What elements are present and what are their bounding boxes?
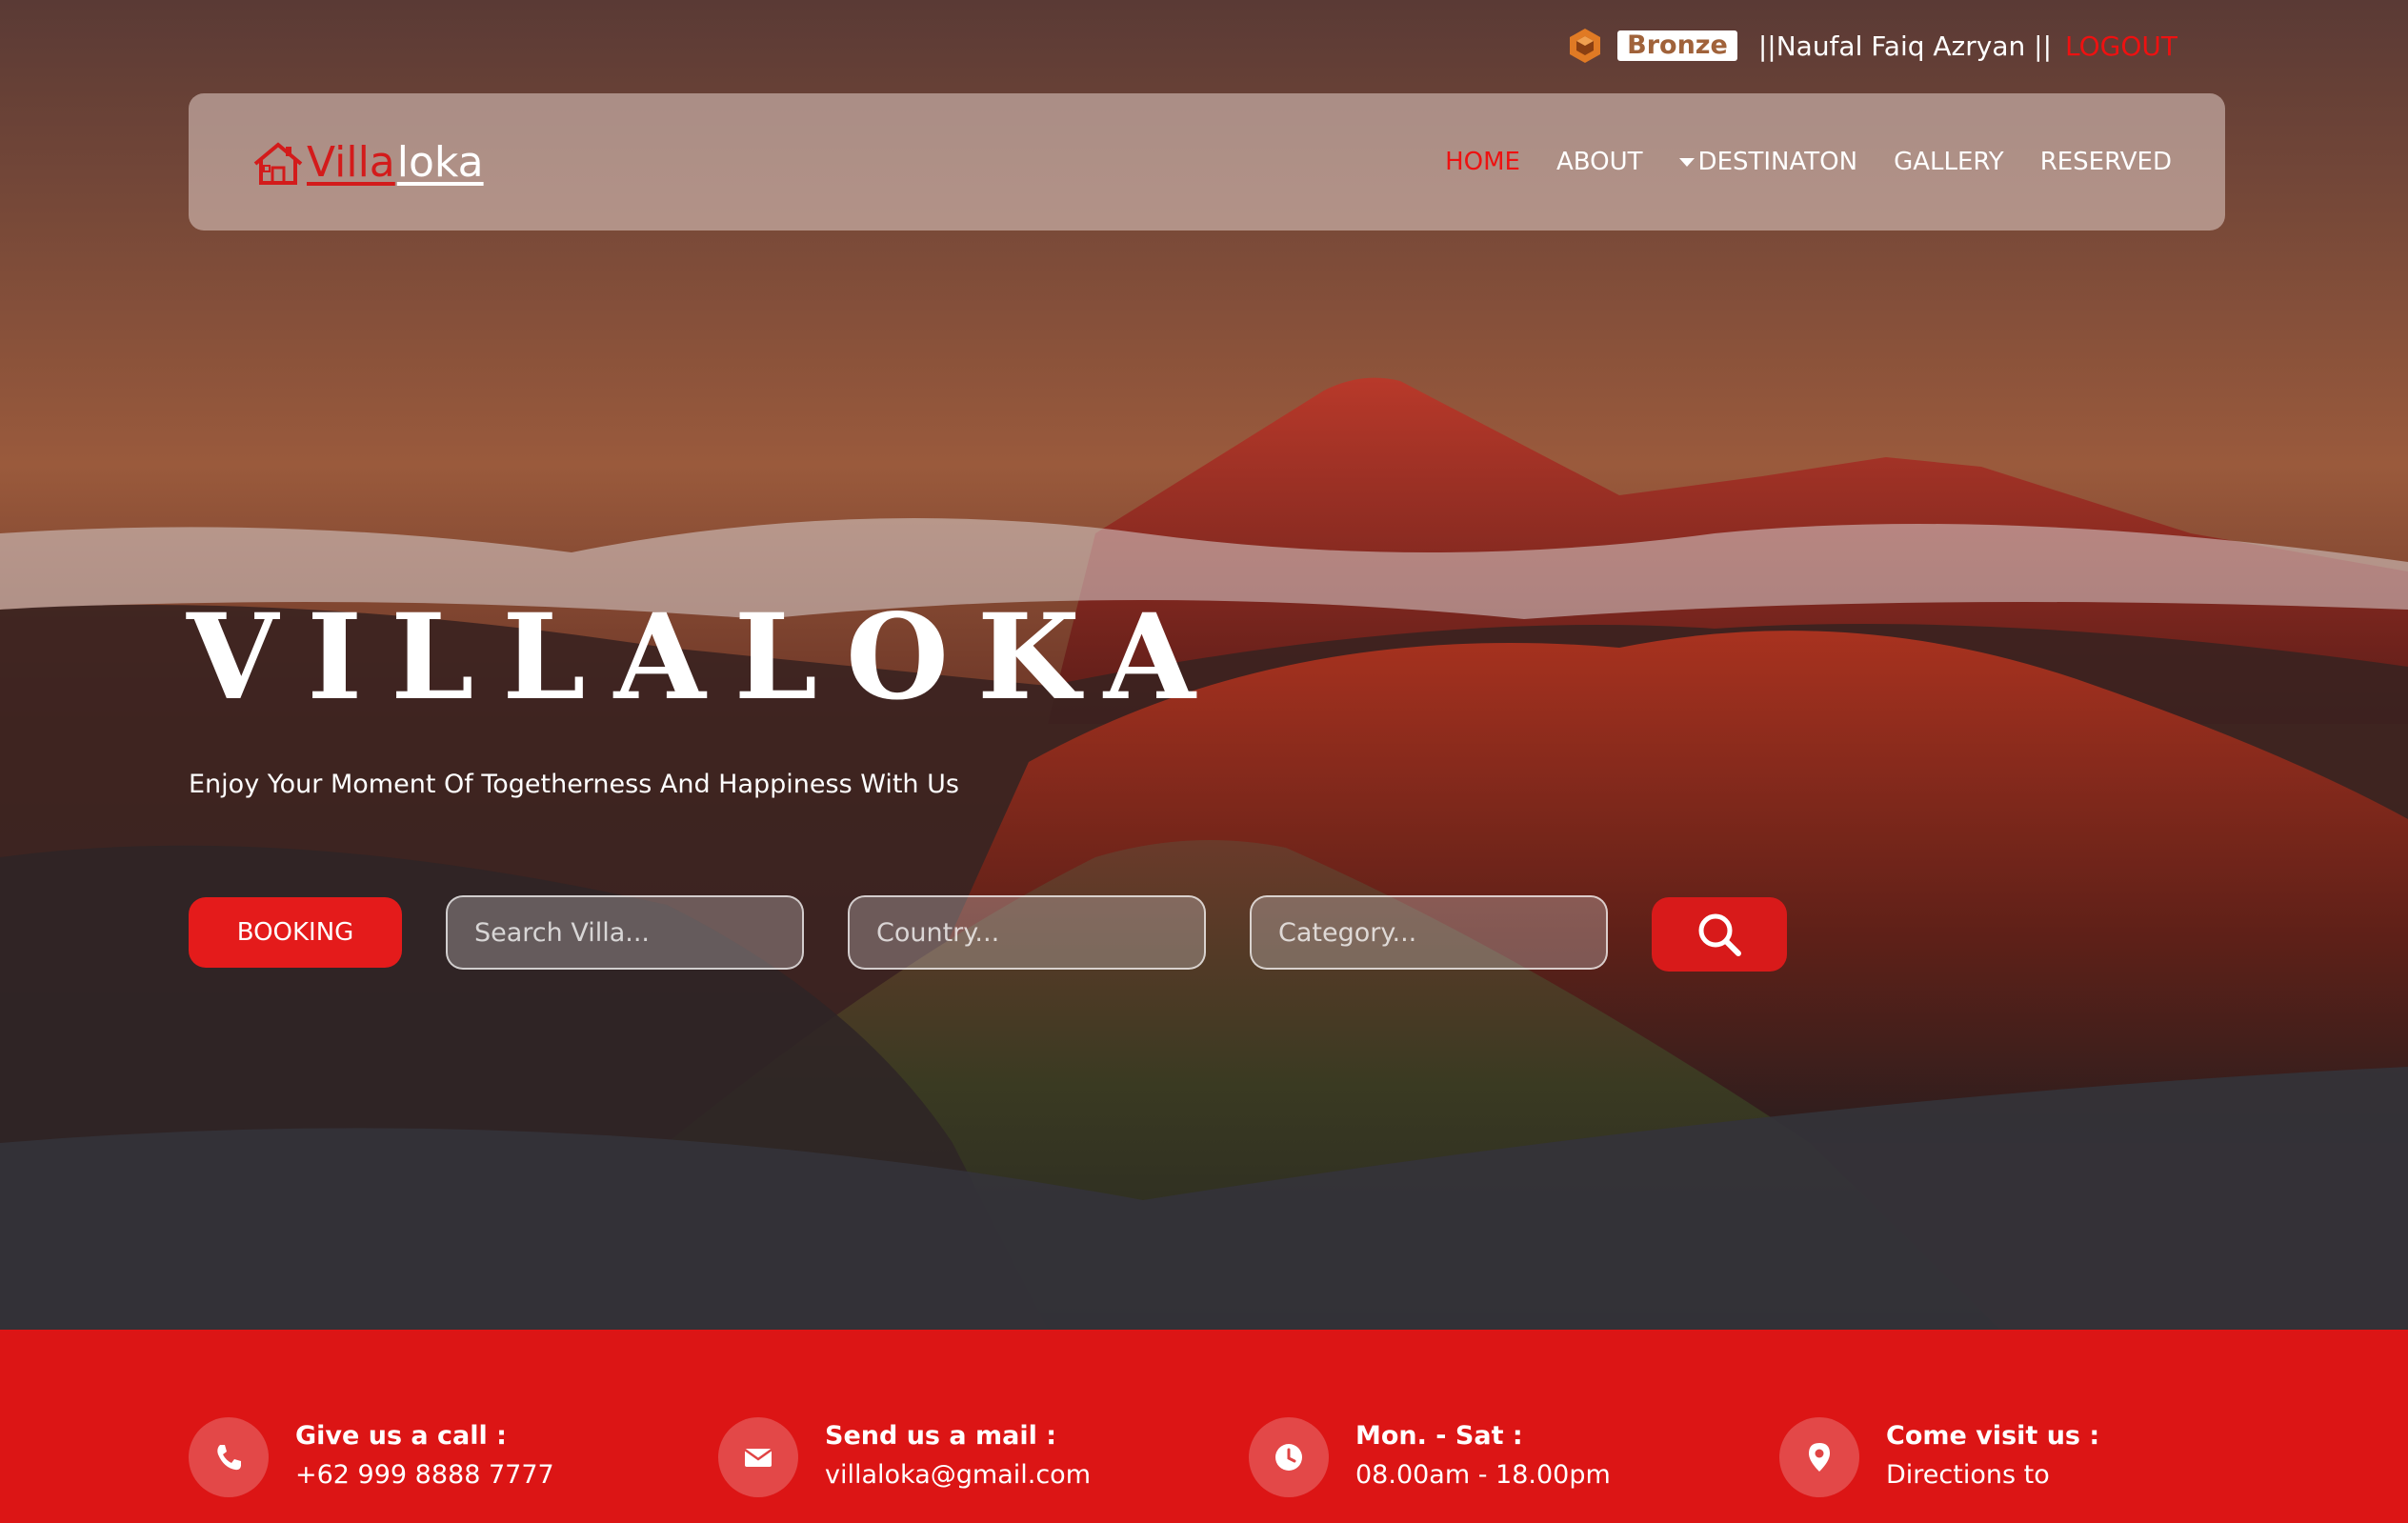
clock-icon-circle	[1249, 1417, 1329, 1497]
nav-destination-label: DESTINATON	[1697, 148, 1858, 176]
search-icon	[1698, 913, 1741, 956]
country-input[interactable]	[848, 895, 1206, 970]
hero-title: VILLALOKA	[187, 589, 1224, 727]
contact-value: 08.00am - 18.00pm	[1355, 1460, 1611, 1490]
contact-title: Send us a mail :	[825, 1421, 1057, 1451]
nav-gallery[interactable]: GALLERY	[1894, 148, 2004, 176]
mail-icon-circle	[718, 1417, 798, 1497]
contact-title: Mon. - Sat :	[1355, 1421, 1523, 1451]
nav-about[interactable]: ABOUT	[1556, 148, 1643, 176]
contact-mail: Send us a mail : villaloka@gmail.com	[718, 1417, 1091, 1497]
nav-reserved[interactable]: RESERVED	[2040, 148, 2172, 176]
contact-value: villaloka@gmail.com	[825, 1460, 1091, 1490]
nav-home[interactable]: HOME	[1445, 148, 1520, 176]
logout-link[interactable]: LOGOUT	[2065, 30, 2177, 62]
mail-icon	[744, 1448, 773, 1467]
hero-section: Bronze ||Naufal Faiq Azryan || LOGOUT Vi…	[0, 0, 2408, 1330]
logo-text-villa: Villa	[307, 137, 395, 187]
search-villa-input[interactable]	[446, 895, 804, 970]
contact-visit: Come visit us : Directions to	[1779, 1417, 2099, 1497]
phone-icon-circle	[189, 1417, 269, 1497]
contact-title: Come visit us :	[1886, 1421, 2100, 1451]
nav-destination[interactable]: DESTINATON	[1678, 148, 1858, 176]
house-icon	[253, 141, 303, 185]
user-name: ||Naufal Faiq Azryan ||	[1757, 30, 2053, 62]
contact-call: Give us a call : +62 999 8888 7777	[189, 1417, 554, 1497]
nav-links: HOME ABOUT DESTINATON GALLERY RESERVED	[1445, 148, 2172, 176]
clock-icon	[1275, 1444, 1302, 1471]
contact-value: +62 999 8888 7777	[295, 1460, 554, 1490]
site-logo[interactable]: Villa loka	[251, 138, 484, 187]
bronze-badge-icon	[1570, 29, 1601, 63]
category-input[interactable]	[1250, 895, 1608, 970]
booking-button[interactable]: BOOKING	[189, 897, 402, 968]
location-pin-icon	[1809, 1443, 1830, 1472]
contact-title: Give us a call :	[295, 1421, 507, 1451]
navbar: Villa loka HOME ABOUT DESTINATON GALLERY …	[189, 93, 2225, 230]
contact-strip: Give us a call : +62 999 8888 7777 Send …	[0, 1330, 2408, 1523]
caret-down-icon	[1678, 157, 1695, 167]
contact-value[interactable]: Directions to	[1886, 1460, 2099, 1490]
hero-subtitle: Enjoy Your Moment Of Togetherness And Ha…	[189, 770, 959, 799]
location-icon-circle	[1779, 1417, 1859, 1497]
search-button[interactable]	[1652, 897, 1787, 972]
logo-text-loka: loka	[396, 137, 484, 187]
phone-icon	[217, 1445, 241, 1471]
user-bar: Bronze ||Naufal Faiq Azryan || LOGOUT	[1566, 27, 2177, 65]
tier-badge: Bronze	[1617, 30, 1737, 61]
contact-hours: Mon. - Sat : 08.00am - 18.00pm	[1249, 1417, 1611, 1497]
